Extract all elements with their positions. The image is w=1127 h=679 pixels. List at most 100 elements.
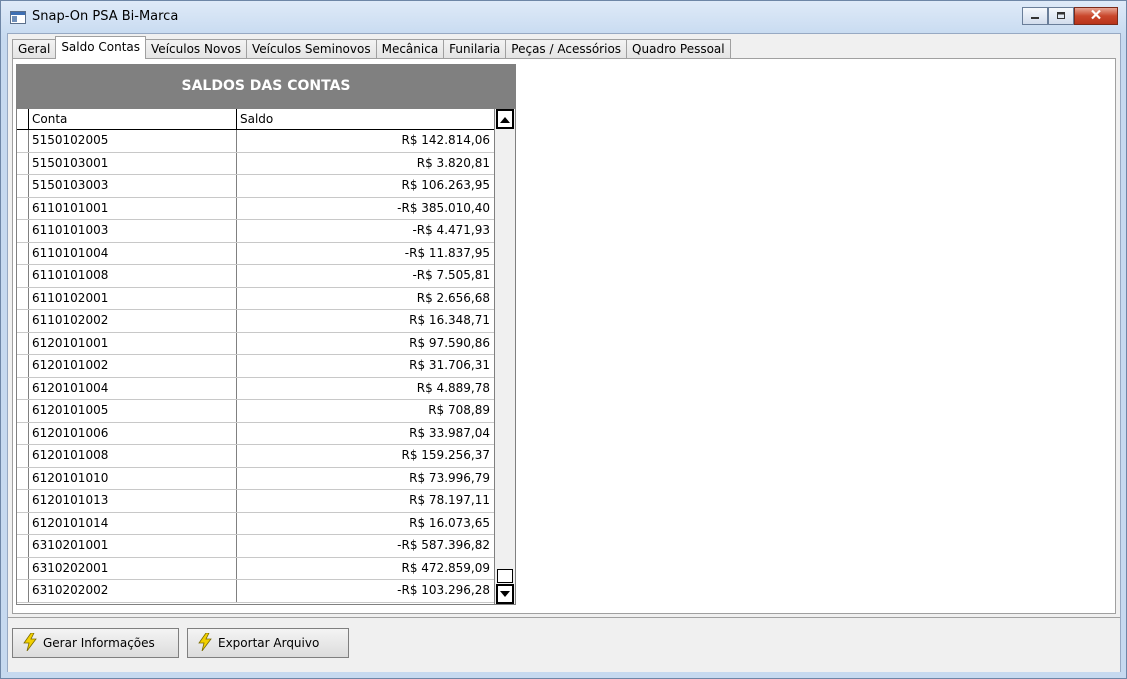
row-indicator[interactable] (17, 400, 29, 422)
table-row[interactable]: 6120101014 R$ 16.073,65 (17, 512, 515, 535)
table-row[interactable]: 6110101001 -R$ 385.010,40 (17, 197, 515, 220)
cell-conta[interactable]: 6120101010 (29, 467, 237, 489)
cell-saldo[interactable]: R$ 2.656,68 (237, 288, 492, 310)
close-button[interactable] (1074, 7, 1118, 25)
cell-saldo[interactable]: -R$ 11.837,95 (237, 243, 492, 265)
tab-geral[interactable]: Geral (12, 39, 56, 59)
cell-conta[interactable]: 6310202001 (29, 557, 237, 579)
cell-conta[interactable]: 6120101002 (29, 355, 237, 377)
cell-saldo[interactable]: R$ 16.073,65 (237, 513, 492, 535)
row-indicator[interactable] (17, 332, 29, 354)
cell-saldo[interactable]: R$ 106.263,95 (237, 175, 492, 197)
row-indicator[interactable] (17, 580, 29, 602)
cell-saldo[interactable]: R$ 16.348,71 (237, 310, 492, 332)
cell-conta[interactable]: 6110101001 (29, 197, 237, 219)
cell-conta[interactable]: 6310201001 (29, 535, 237, 557)
table-row[interactable]: 5150103003 R$ 106.263,95 (17, 175, 515, 198)
cell-conta[interactable]: 6110101004 (29, 242, 237, 264)
row-indicator[interactable] (17, 242, 29, 264)
scroll-thumb[interactable] (497, 569, 513, 583)
row-indicator[interactable] (17, 287, 29, 309)
cell-conta[interactable]: 6120101001 (29, 332, 237, 354)
table-row[interactable]: 6310202001 R$ 472.859,09 (17, 557, 515, 580)
cell-conta[interactable]: 6110101003 (29, 220, 237, 242)
column-header-saldo[interactable]: Saldo (237, 109, 492, 129)
table-row[interactable]: 6110101003 -R$ 4.471,93 (17, 220, 515, 243)
tab-veiculos-novos[interactable]: Veículos Novos (146, 39, 246, 59)
cell-conta[interactable]: 6120101006 (29, 422, 237, 444)
cell-conta[interactable]: 5150102005 (29, 130, 237, 152)
table-row[interactable]: 6310202002 -R$ 103.296,28 (17, 580, 515, 603)
row-indicator[interactable] (17, 197, 29, 219)
cell-conta[interactable]: 5150103003 (29, 175, 237, 197)
cell-conta[interactable]: 6120101005 (29, 400, 237, 422)
row-indicator[interactable] (17, 265, 29, 287)
tab-pecas-acessorios[interactable]: Peças / Acessórios (505, 39, 627, 59)
table-row[interactable]: 6110102002 R$ 16.348,71 (17, 310, 515, 333)
cell-saldo[interactable]: -R$ 4.471,93 (237, 220, 492, 242)
table-row[interactable]: 6120101002 R$ 31.706,31 (17, 355, 515, 378)
row-indicator[interactable] (17, 355, 29, 377)
row-indicator[interactable] (17, 175, 29, 197)
cell-conta[interactable]: 6120101013 (29, 490, 237, 512)
cell-conta[interactable]: 6310202002 (29, 580, 237, 602)
table-row[interactable]: 6120101013 R$ 78.197,11 (17, 490, 515, 513)
tab-saldo-contas[interactable]: Saldo Contas (55, 36, 147, 59)
column-header-conta[interactable]: Conta (29, 109, 237, 129)
cell-saldo[interactable]: R$ 78.197,11 (237, 490, 492, 512)
row-indicator[interactable] (17, 557, 29, 579)
tab-funilaria[interactable]: Funilaria (443, 39, 506, 59)
exportar-arquivo-button[interactable]: Exportar Arquivo (187, 628, 349, 658)
row-indicator[interactable] (17, 130, 29, 152)
cell-saldo[interactable]: R$ 3.820,81 (237, 153, 492, 175)
cell-saldo[interactable]: R$ 159.256,37 (237, 445, 492, 467)
table-row[interactable]: 5150102005 R$ 142.814,06 (17, 130, 515, 153)
cell-saldo[interactable]: R$ 97.590,86 (237, 333, 492, 355)
row-indicator[interactable] (17, 467, 29, 489)
cell-saldo[interactable]: -R$ 587.396,82 (237, 535, 492, 557)
cell-saldo[interactable]: R$ 33.987,04 (237, 423, 492, 445)
cell-saldo[interactable]: R$ 472.859,09 (237, 558, 492, 580)
minimize-button[interactable] (1022, 7, 1048, 25)
table-row[interactable]: 6310201001 -R$ 587.396,82 (17, 535, 515, 558)
table-row[interactable]: 5150103001 R$ 3.820,81 (17, 152, 515, 175)
row-indicator[interactable] (17, 445, 29, 467)
table-row[interactable]: 6110102001 R$ 2.656,68 (17, 287, 515, 310)
row-indicator[interactable] (17, 490, 29, 512)
vertical-scrollbar[interactable] (494, 109, 515, 604)
tab-mecanica[interactable]: Mecânica (375, 39, 444, 59)
cell-conta[interactable]: 6120101004 (29, 377, 237, 399)
title-bar[interactable]: Snap-On PSA Bi-Marca (1, 1, 1126, 33)
scroll-down-button[interactable] (496, 584, 514, 604)
row-indicator[interactable] (17, 512, 29, 534)
cell-conta[interactable]: 6120101008 (29, 445, 237, 467)
table-row[interactable]: 6120101004 R$ 4.889,78 (17, 377, 515, 400)
table-row[interactable]: 6120101006 R$ 33.987,04 (17, 422, 515, 445)
cell-conta[interactable]: 6120101014 (29, 512, 237, 534)
row-indicator[interactable] (17, 377, 29, 399)
cell-conta[interactable]: 6110101008 (29, 265, 237, 287)
table-row[interactable]: 6120101008 R$ 159.256,37 (17, 445, 515, 468)
row-indicator[interactable] (17, 152, 29, 174)
cell-conta[interactable]: 5150103001 (29, 152, 237, 174)
table-row[interactable]: 6120101001 R$ 97.590,86 (17, 332, 515, 355)
cell-saldo[interactable]: R$ 4.889,78 (237, 378, 492, 400)
row-indicator[interactable] (17, 535, 29, 557)
cell-conta[interactable]: 6110102001 (29, 287, 237, 309)
row-indicator[interactable] (17, 220, 29, 242)
gerar-informacoes-button[interactable]: Gerar Informações (12, 628, 179, 658)
tab-quadro-pessoal[interactable]: Quadro Pessoal (626, 39, 731, 59)
scroll-up-button[interactable] (496, 109, 514, 129)
table-row[interactable]: 6120101005 R$ 708,89 (17, 400, 515, 423)
table-row[interactable]: 6110101004 -R$ 11.837,95 (17, 242, 515, 265)
cell-saldo[interactable]: R$ 142.814,06 (237, 130, 492, 152)
tab-veiculos-seminovos[interactable]: Veículos Seminovos (245, 39, 376, 59)
row-indicator[interactable] (17, 422, 29, 444)
cell-saldo[interactable]: R$ 73.996,79 (237, 468, 492, 490)
cell-saldo[interactable]: R$ 708,89 (237, 400, 492, 422)
maximize-button[interactable] (1048, 7, 1074, 25)
cell-conta[interactable]: 6110102002 (29, 310, 237, 332)
cell-saldo[interactable]: -R$ 385.010,40 (237, 198, 492, 220)
table-row[interactable]: 6120101010 R$ 73.996,79 (17, 467, 515, 490)
table-row[interactable]: 6110101008 -R$ 7.505,81 (17, 265, 515, 288)
